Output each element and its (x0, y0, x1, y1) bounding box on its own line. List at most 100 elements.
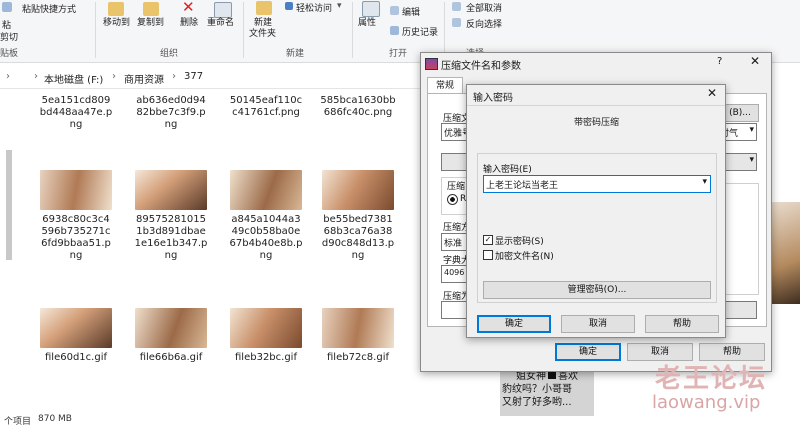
password-subtitle: 带密码压缩 (574, 118, 620, 128)
ad-caption-line1: 姐女神 (516, 371, 546, 382)
radio-selected-icon[interactable] (447, 194, 458, 205)
file-name[interactable]: ab636ed0d94 82bbe7c3f9.p ng (125, 95, 217, 131)
file-name[interactable]: fileb32bc.gif (220, 352, 312, 364)
edit-button[interactable]: 编辑 (402, 5, 420, 18)
file-name-line: 6938c80c3c4 (42, 214, 110, 225)
easy-access-button[interactable]: 轻松访问 (296, 1, 332, 14)
file-thumbnail[interactable] (135, 308, 207, 348)
file-name[interactable]: fileb72c8.gif (312, 352, 404, 364)
file-name[interactable]: 585bca1630bb 686fc40c.png (312, 95, 404, 119)
rename-button[interactable]: 重命名 (207, 15, 234, 28)
history-button[interactable]: 历史记录 (402, 25, 438, 38)
chevron-down-icon: ▾ (337, 1, 342, 11)
winrar-icon (425, 58, 438, 70)
file-name-line: bd448aa47e.p (39, 107, 113, 118)
set-password-area[interactable] (721, 301, 757, 319)
file-name-line: 5ea151cd809 (41, 95, 111, 106)
file-name[interactable]: 6938c80c3c4 596b735271c 6fd9bbaa51.p ng (30, 214, 122, 262)
file-name[interactable]: be55bed7381 68b3ca76a38 d90c848d13.p ng (312, 214, 404, 262)
group-open: 打开 (389, 49, 408, 59)
password-cancel-button[interactable]: 取消 (561, 315, 635, 333)
format-label: 压缩 (447, 182, 466, 192)
breadcrumb-folder[interactable]: 商用资源 (124, 71, 164, 86)
password-ok-button[interactable]: 确定 (477, 315, 551, 333)
file-name[interactable]: file66b6a.gif (125, 352, 217, 364)
properties-button[interactable]: 属性 (358, 15, 376, 28)
breadcrumb-drive[interactable]: 本地磁盘 (F:) (44, 71, 103, 86)
file-name-line: ng (259, 250, 273, 261)
file-thumbnail[interactable] (230, 308, 302, 348)
chevron-right-icon: › (112, 71, 116, 82)
password-help-button[interactable]: 帮助 (645, 315, 719, 333)
file-thumbnail[interactable] (135, 170, 207, 210)
watermark-en: laowang.vip (652, 392, 761, 413)
show-password-label: 显示密码(S) (495, 237, 544, 247)
file-name[interactable]: 50145eaf110c c41761cf.png (220, 95, 312, 119)
show-password-checkbox[interactable]: ✓ (483, 235, 493, 245)
method-value: 标准 (444, 239, 463, 249)
ad-caption-line2: 喜欢 (558, 371, 578, 382)
password-dialog: 输入密码 ✕ 带密码压缩 输入密码(E) 上老王论坛当老王 ▾ ✓ 显示密码(S… (466, 84, 726, 338)
file-name[interactable]: 5ea151cd809 bd448aa47e.p ng (30, 95, 122, 131)
password-input-value: 上老王论坛当老王 (486, 181, 559, 191)
paste-shortcut-button[interactable]: 粘贴快捷方式 (22, 2, 76, 15)
breadcrumb-current[interactable]: 377 (184, 71, 203, 82)
status-item-count: 个项目 (4, 417, 32, 427)
file-thumbnail[interactable] (322, 308, 394, 348)
file-name[interactable]: 89575281015 1b3d891dbae 1e16e1b347.p ng (125, 214, 217, 262)
password-input[interactable]: 上老王论坛当老王 ▾ (483, 175, 711, 193)
checkbox-checked-icon (548, 371, 556, 379)
close-icon[interactable]: ✕ (707, 86, 717, 100)
move-to-button[interactable]: 移动到 (103, 15, 130, 28)
ad-thumbnail (768, 202, 800, 304)
easy-access-icon (285, 2, 293, 10)
copy-to-icon (143, 2, 159, 16)
copy-to-button[interactable]: 复制到 (137, 15, 164, 28)
address-bar[interactable]: › › 本地磁盘 (F:) › 商用资源 › 377 (0, 66, 430, 89)
group-new: 新建 (286, 49, 305, 59)
file-name-line: 68b3ca76a38 (323, 226, 393, 237)
chevron-right-icon: › (172, 71, 176, 82)
file-name-line: ng (69, 250, 83, 261)
file-name-line: c41761cf.png (232, 107, 300, 118)
file-thumbnail[interactable] (40, 308, 112, 348)
file-name[interactable]: file60d1c.gif (30, 352, 122, 364)
chevron-down-icon: ▾ (702, 177, 707, 187)
new-folder-button-line2: 文件夹 (249, 29, 277, 39)
file-thumbnail[interactable] (322, 170, 394, 210)
file-name-line: ng (69, 119, 83, 130)
file-name[interactable]: a845a1044a3 49c0b58ba0e 67b4b40e8b.p ng (220, 214, 312, 262)
file-name-line: 50145eaf110c (229, 95, 303, 106)
edit-icon (390, 6, 399, 15)
group-organize: 组织 (160, 49, 179, 59)
file-name-line: 1e16e1b347.p (134, 238, 208, 249)
tab-general[interactable]: 常规 (427, 77, 463, 94)
select-none-button[interactable]: 全部取消 (466, 1, 502, 14)
manage-passwords-button[interactable]: 管理密码(O)... (483, 281, 711, 299)
encrypt-names-label: 加密文件名(N) (495, 252, 554, 262)
chevron-down-icon: ▾ (749, 125, 754, 135)
ad-caption-line3: 豹纹吗？小哥哥 (502, 384, 572, 395)
file-name-line: ab636ed0d94 (136, 95, 206, 106)
history-icon (390, 26, 399, 35)
invert-selection-button[interactable]: 反向选择 (466, 17, 502, 30)
file-thumbnail[interactable] (40, 170, 112, 210)
browse-button[interactable]: (B)... (721, 104, 759, 122)
scrollbar-thumb[interactable] (6, 150, 12, 260)
ad-caption[interactable]: 姐女神 喜欢 豹纹吗？小哥哥 又射了好多哟... (500, 368, 594, 416)
password-dialog-title: 输入密码 (473, 93, 513, 104)
paste-shortcut-icon (2, 2, 12, 12)
delete-icon: ✕ (182, 0, 195, 16)
help-icon[interactable]: ? (717, 56, 722, 67)
encrypt-names-checkbox[interactable] (483, 250, 493, 260)
delete-button[interactable]: 删除 (180, 15, 198, 28)
password-label: 输入密码(E) (483, 165, 532, 175)
file-name-line: 82bbe7c3f9.p (136, 107, 206, 118)
close-icon[interactable]: ✕ (750, 54, 760, 68)
ok-button[interactable]: 确定 (555, 343, 621, 361)
file-thumbnail[interactable] (230, 170, 302, 210)
file-name-line: ng (164, 250, 178, 261)
ad-caption-line4: 又射了好多哟... (502, 397, 572, 408)
file-name-line: 596b735271c (41, 226, 111, 237)
cut-button[interactable]: 剪切 (0, 30, 18, 43)
